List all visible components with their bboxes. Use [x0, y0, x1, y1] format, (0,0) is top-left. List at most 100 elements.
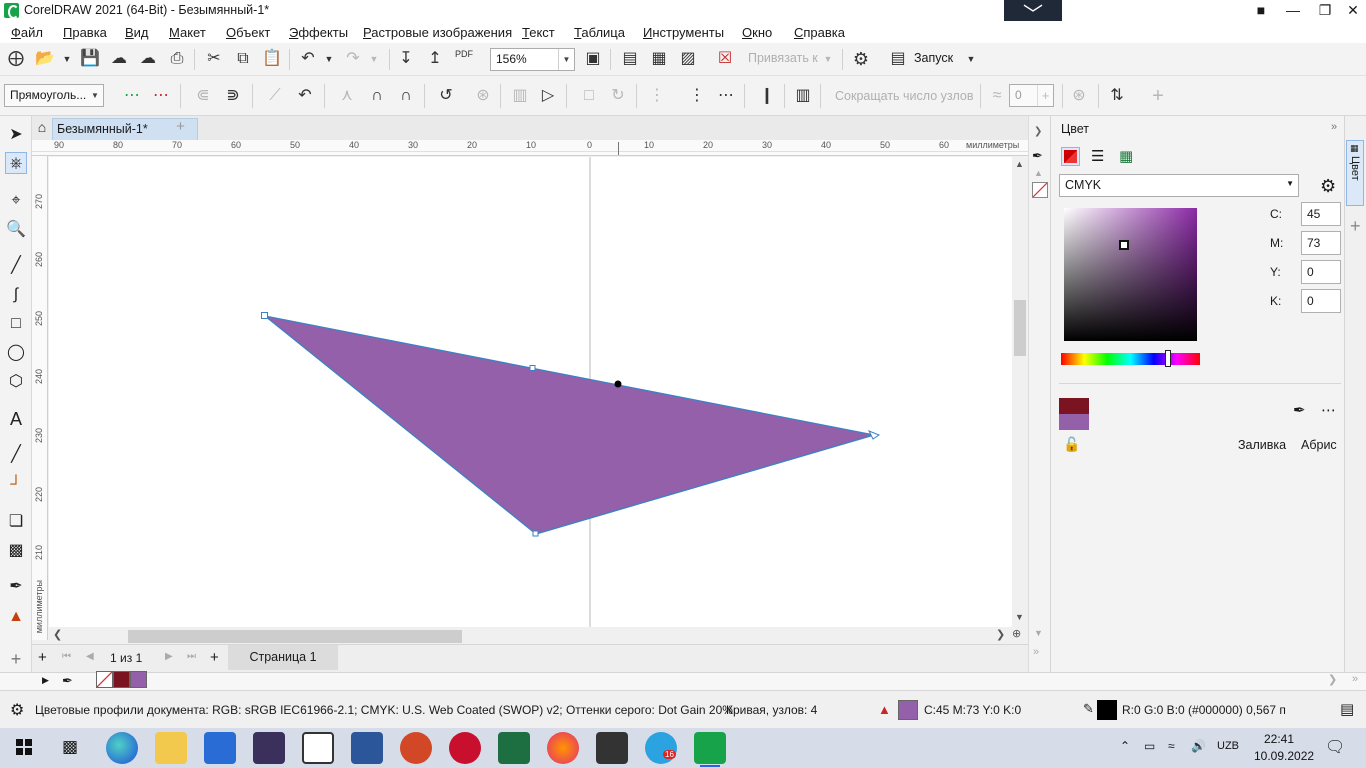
break-curve-icon[interactable]: ⋑ — [222, 85, 244, 107]
snap-dropdown-icon[interactable]: ▼ — [817, 48, 839, 70]
cmyk-y-field[interactable]: 0 — [1301, 260, 1341, 284]
expand-palette-icon[interactable]: » — [1033, 646, 1039, 658]
palette-swatch-none[interactable] — [96, 671, 113, 688]
stretch-nodes-icon[interactable]: □ — [578, 85, 600, 107]
publish-pdf-icon[interactable]: PDF — [453, 48, 475, 70]
docker-expand-icon[interactable]: » — [1331, 121, 1337, 133]
drawing-canvas[interactable] — [49, 157, 1012, 627]
mirror-h-icon[interactable]: ⋮ — [686, 85, 708, 107]
vertical-scroll-thumb[interactable] — [1014, 300, 1026, 356]
color-viewers-tab[interactable] — [1061, 147, 1080, 166]
print-icon[interactable]: ⎙ — [166, 48, 188, 70]
hue-slider-handle[interactable] — [1165, 350, 1171, 367]
menu-window[interactable]: Окно — [742, 25, 772, 40]
word-icon[interactable] — [351, 732, 383, 764]
fill-color-swatch[interactable] — [1059, 398, 1089, 414]
palette-scroll-right-icon[interactable]: ❯ — [1328, 673, 1337, 686]
menu-table[interactable]: Таблица — [574, 25, 625, 40]
vertical-ruler[interactable]: 270 260 250 240 230 220 210 миллиметры — [32, 156, 48, 640]
menu-text[interactable]: Текст — [522, 25, 555, 40]
menu-edit[interactable]: Правка — [63, 25, 107, 40]
show-grid-icon[interactable]: ▦ — [648, 48, 670, 70]
scroll-right-icon[interactable]: ❯ — [996, 628, 1005, 641]
battery-icon[interactable]: ▭ — [1144, 739, 1155, 753]
add-docker-icon[interactable]: + — [1350, 216, 1361, 237]
smooth-node-icon[interactable]: ∩ — [366, 85, 388, 107]
artistic-media-tool-icon[interactable]: ∫ — [5, 284, 27, 306]
to-line-icon[interactable]: ⟋ — [264, 85, 286, 107]
curve-node[interactable] — [529, 365, 536, 371]
open-folder-icon[interactable]: 📂 — [34, 48, 56, 70]
cloud-sync-icon[interactable]: ☁ — [137, 48, 159, 70]
user-account-icon[interactable]: ■ — [1246, 0, 1276, 21]
cmyk-k-field[interactable]: 0 — [1301, 289, 1341, 313]
color-palettes-icon[interactable]: ▦ — [1119, 147, 1133, 165]
mirror-v-icon[interactable]: ⋯ — [715, 85, 737, 107]
eyedropper-icon[interactable]: ✒ — [1293, 401, 1306, 419]
parallel-dimension-tool-icon[interactable]: ╱ — [5, 444, 27, 466]
next-page-icon[interactable]: ▶ — [165, 651, 173, 662]
clock-time[interactable]: 22:41 — [1264, 732, 1294, 746]
text-tool-icon[interactable]: A — [5, 408, 27, 430]
menu-bitmaps[interactable]: Растровые изображения — [363, 25, 512, 40]
polygon-tool-icon[interactable]: ⬡ — [5, 371, 27, 393]
undo-dropdown-icon[interactable]: ▼ — [318, 48, 340, 70]
menu-effects[interactable]: Эффекты — [289, 25, 348, 40]
unlock-icon[interactable]: 🔓 — [1063, 436, 1080, 453]
ellipse-tool-icon[interactable]: ◯ — [5, 342, 27, 364]
curve-node[interactable] — [532, 530, 539, 537]
close-curve-icon[interactable]: ▷ — [537, 85, 559, 107]
reduce-nodes-button[interactable]: Сокращать число узлов — [835, 89, 974, 103]
snap-to-menu[interactable]: Привязать к — [748, 51, 818, 65]
shape-tool-icon[interactable]: ⎈ — [5, 152, 27, 174]
last-page-icon[interactable]: ⏭ — [187, 651, 196, 662]
corner-scaling-icon[interactable]: ⊛ — [1068, 85, 1090, 107]
add-toolbar-item-icon[interactable]: + — [1147, 85, 1169, 107]
to-curve-icon[interactable]: ↶ — [294, 85, 316, 107]
new-tab-icon[interactable]: + — [172, 119, 189, 136]
expand-docker-icon[interactable]: ❯ — [1034, 126, 1042, 137]
fill-button[interactable]: Заливка — [1238, 438, 1286, 452]
menu-object[interactable]: Объект — [226, 25, 270, 40]
microsoft-store-icon[interactable] — [204, 732, 236, 764]
interactive-fill-tool-icon[interactable]: ▲ — [5, 606, 27, 628]
copy-icon[interactable]: ⧉ — [232, 48, 254, 70]
launch-dropdown-icon[interactable]: ▼ — [960, 48, 982, 70]
wifi-icon[interactable]: ≈ — [1168, 739, 1175, 753]
extend-curve-icon[interactable]: ⊛ — [472, 85, 494, 107]
options-gear-icon[interactable]: ⚙ — [850, 48, 872, 70]
redo-dropdown-icon[interactable]: ▼ — [363, 48, 385, 70]
mail-icon[interactable] — [596, 732, 628, 764]
delete-node-icon[interactable]: ⋯ — [150, 85, 172, 107]
add-page-after-icon[interactable]: + — [210, 649, 219, 666]
cmyk-m-field[interactable]: 73 — [1301, 231, 1341, 255]
eyedropper-tool-icon[interactable]: ✒ — [5, 576, 27, 598]
hue-slider[interactable] — [1061, 350, 1200, 367]
node-tracking-icon[interactable]: ⇅ — [1106, 85, 1128, 107]
select-all-nodes-icon[interactable]: ▥ — [792, 85, 814, 107]
zoom-tool-icon[interactable]: 🔍 — [5, 219, 27, 241]
align-nodes-icon[interactable]: ⋮ — [646, 85, 668, 107]
volume-icon[interactable]: 🔊 — [1191, 739, 1206, 753]
no-color-swatch[interactable] — [1032, 182, 1048, 198]
notifications-icon[interactable]: 🗨 — [1325, 737, 1345, 757]
task-view-icon[interactable]: ▩ — [62, 737, 78, 757]
status-fill-swatch[interactable] — [898, 700, 918, 720]
show-guidelines-icon[interactable]: ▨ — [677, 48, 699, 70]
cusp-node-icon[interactable]: ⋏ — [336, 85, 358, 107]
menu-layout[interactable]: Макет — [169, 25, 206, 40]
scroll-up-icon[interactable]: ▲ — [1015, 159, 1024, 169]
close-button[interactable]: ✕ — [1338, 0, 1366, 21]
palette-eyedropper-icon[interactable]: ✒ — [62, 673, 73, 689]
save-icon[interactable]: 💾 — [79, 48, 101, 70]
color-model-select[interactable]: CMYK ▼ — [1059, 174, 1299, 197]
status-settings-gear-icon[interactable]: ⚙ — [10, 700, 24, 720]
transparency-tool-icon[interactable]: ▩ — [5, 540, 27, 562]
rotate-nodes-icon[interactable]: ↻ — [607, 85, 629, 107]
scroll-up-icon[interactable]: ▲ — [1034, 168, 1043, 178]
drawing-surface[interactable] — [49, 157, 1012, 627]
smoothness-field[interactable]: 0 + — [1009, 84, 1054, 107]
file-explorer-icon[interactable] — [155, 732, 187, 764]
freehand-tool-icon[interactable]: ╱ — [5, 255, 27, 277]
palette-more-icon[interactable]: » — [1352, 673, 1358, 685]
